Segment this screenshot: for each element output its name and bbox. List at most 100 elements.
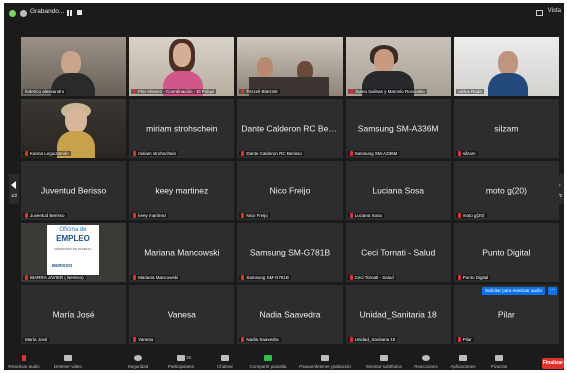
participant-label: moto g(20) — [455, 213, 487, 218]
participant-label: keey martinez — [131, 213, 169, 218]
pause-stop-recording-button[interactable]: Pausar/detener grabación — [294, 353, 356, 370]
page-indicator-left: 1/2 — [10, 193, 18, 198]
participant-label: Dante Calderon RC Berisso — [239, 151, 304, 156]
captions-icon — [380, 355, 388, 361]
participant-video — [21, 99, 127, 158]
muted-mic-icon — [133, 337, 137, 342]
participant-name: Pilar — [497, 309, 515, 319]
participant-tile[interactable]: Vanesa Vanesa — [129, 285, 235, 344]
unmute-button[interactable]: Reactivar audio — [4, 353, 44, 370]
apps-button[interactable]: Aplicaciones — [444, 353, 482, 370]
poster-subtext: MINISTERIO DE TRABAJO — [54, 247, 92, 251]
chat-button[interactable]: Chatear — [208, 353, 242, 370]
participant-tile[interactable]: moto g(20) moto g(20) — [453, 161, 559, 220]
participant-name: Samsung SM-G781B — [249, 247, 331, 257]
stop-video-button[interactable]: Detener video — [46, 353, 90, 370]
end-meeting-button[interactable]: Finalizar — [542, 358, 564, 369]
participant-tile[interactable]: Samsung SM-A336M Samsung SM-A336M — [345, 99, 451, 158]
participant-tile[interactable]: Unidad_Sanitaria 18 Unidad_Sanitaria 18 — [345, 285, 451, 344]
participant-label: Nico Freijo — [239, 213, 270, 218]
request-unmute-button[interactable]: Solicitar para reactivar audio — [481, 287, 545, 295]
participant-label: Juana Salinas y Marcelo Roscioleo — [347, 89, 427, 94]
shield-status-icon[interactable] — [9, 10, 16, 17]
participant-video — [129, 37, 235, 96]
muted-mic-icon — [25, 213, 28, 218]
muted-mic-icon — [457, 151, 461, 156]
participant-tile[interactable]: Nadia Saavedra Nadia Saavedra — [237, 285, 343, 344]
muted-mic-icon — [349, 89, 353, 94]
apps-icon — [459, 355, 467, 361]
share-screen-icon — [264, 355, 272, 361]
participant-tile[interactable]: Nico Freijo Nico Freijo — [237, 161, 343, 220]
participant-label-text: moto g(20) — [462, 213, 485, 218]
participant-tile[interactable]: Juana Salinas y Marcelo Roscioleo — [345, 37, 451, 96]
view-grid-icon[interactable] — [536, 10, 543, 16]
muted-mic-icon — [133, 213, 137, 218]
meeting-toolbar: Reactivar audio Detener video Seguridad … — [4, 353, 564, 370]
participant-video — [453, 37, 559, 96]
captions-button[interactable]: Mostrar subtítulos — [360, 353, 408, 370]
stop-recording-icon[interactable] — [77, 10, 82, 15]
participant-tile[interactable]: Karina Leguizamón — [21, 99, 127, 158]
security-button[interactable]: Seguridad — [119, 353, 157, 370]
muted-mic-icon — [349, 275, 353, 280]
participant-label-text: Dante Calderon RC Berisso — [246, 151, 302, 156]
participant-tile[interactable]: Flor Alvarez - Coordinación - El Pulqui — [129, 37, 235, 96]
view-button[interactable]: Vista — [548, 8, 561, 14]
participant-tile[interactable]: Oficina de EMPLEO MINISTERIO DE TRABAJO … — [21, 223, 127, 282]
participant-label: Ceci Tornati - Salud — [347, 275, 396, 280]
reactions-button[interactable]: Reacciones — [408, 353, 444, 370]
participant-name: Juventud Berisso — [40, 185, 107, 195]
muted-mic-icon — [241, 213, 245, 218]
participant-label-text: Punto Digital — [462, 275, 489, 280]
participant-tile[interactable]: Dante Calderon RC Berisso Dante Calderon… — [237, 99, 343, 158]
apps-label: Aplicaciones — [450, 364, 476, 369]
participant-label-text: Mariana Mancowski — [138, 275, 178, 280]
participant-video — [21, 37, 127, 96]
poster-text: Oficina de — [59, 227, 87, 233]
participant-tile[interactable]: Solicitar para reactivar audio ··· Pilar… — [453, 285, 559, 344]
participant-tile[interactable]: silzam silzam — [453, 99, 559, 158]
recording-icon — [20, 10, 27, 17]
participant-label: carlos Rada — [455, 89, 484, 94]
poster-title: EMPLEO — [56, 234, 90, 243]
participant-tile[interactable]: Punto Digital Punto Digital — [453, 223, 559, 282]
pause-recording-icon[interactable] — [67, 10, 72, 16]
participant-name: Samsung SM-A336M — [357, 123, 439, 133]
participant-tile[interactable]: miriam strohschein miriam strohschein — [129, 99, 235, 158]
muted-mic-icon — [457, 275, 461, 280]
participant-tile[interactable]: Luciana Sosa Luciana Sosa — [345, 161, 451, 220]
muted-mic-icon — [241, 151, 245, 156]
participant-name: Ceci Tornati - Salud — [361, 247, 436, 257]
pause-stop-recording-label: Pausar/detener grabación — [299, 364, 351, 369]
reactions-label: Reacciones — [414, 364, 438, 369]
muted-mic-icon — [349, 151, 353, 156]
participant-tile[interactable]: carlos Rada — [453, 37, 559, 96]
participant-name: María José — [52, 309, 95, 319]
participant-name: Vanesa — [167, 309, 196, 319]
participant-label-text: IBARRA JAVIER ( Berisso) — [30, 275, 84, 280]
whiteboard-icon — [495, 355, 503, 361]
muted-mic-icon — [241, 89, 245, 94]
participant-tile[interactable]: federico alessandro — [21, 37, 127, 96]
participant-tile[interactable]: Ceci Tornati - Salud Ceci Tornati - Salu… — [345, 223, 451, 282]
muted-mic-icon — [241, 275, 245, 280]
previous-page-button[interactable]: 1/2 — [9, 174, 19, 204]
participant-tile[interactable]: Samsung SM-G781B Samsung SM-G781B — [237, 223, 343, 282]
participant-tile[interactable]: Tezzeli-Bitezmk — [237, 37, 343, 96]
video-camera-icon — [64, 355, 72, 361]
participant-label: Vanesa — [131, 337, 156, 342]
participants-button[interactable]: 35 Participantes — [160, 353, 202, 370]
participant-tile[interactable]: Juventud Berisso Juventud Berisso — [21, 161, 127, 220]
participant-tile[interactable]: keey martinez keey martinez — [129, 161, 235, 220]
participant-tile[interactable]: Mariana Mancowski Mariana Mancowski — [129, 223, 235, 282]
participant-name: Mariana Mancowski — [144, 247, 220, 257]
participant-label-text: miriam strohschein — [138, 151, 176, 156]
whiteboards-button[interactable]: Pizarras — [482, 353, 516, 370]
share-screen-button[interactable]: Compartir pantalla — [244, 353, 292, 370]
participant-label-text: Tezzeli-Bitezmk — [246, 89, 278, 94]
more-options-button[interactable]: ··· — [547, 287, 557, 295]
participant-tile[interactable]: María José María José — [21, 285, 127, 344]
muted-mic-icon — [457, 337, 461, 342]
participant-label: Samsung SM-A336M — [347, 151, 400, 156]
